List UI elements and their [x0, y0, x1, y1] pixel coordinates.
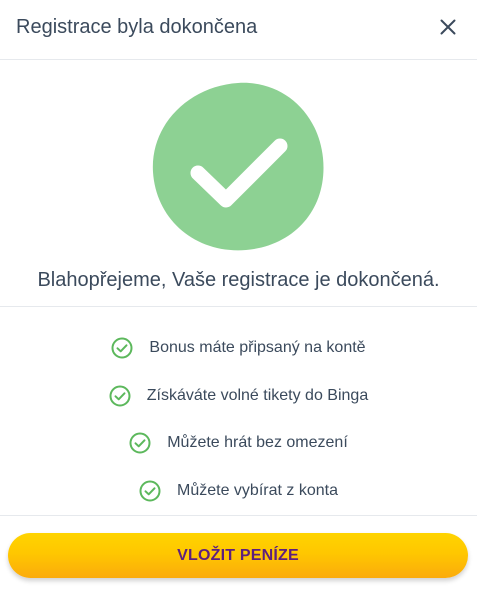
list-item: Bonus máte připsaný na kontě	[0, 336, 477, 360]
checkmark-icon	[152, 82, 324, 251]
benefit-label: Získáváte volné tikety do Binga	[146, 387, 369, 404]
list-item: Můžete hrát bez omezení	[0, 431, 477, 455]
benefit-label: Můžete vybírat z konta	[177, 482, 338, 499]
circle-check-icon	[139, 480, 161, 502]
benefit-label: Můžete hrát bez omezení	[167, 434, 348, 451]
deposit-button-label: VLOŽIT PENÍZE	[177, 546, 299, 564]
benefits-list: Bonus máte připsaný na kontě Získáváte v…	[0, 308, 477, 516]
deposit-button[interactable]: VLOŽIT PENÍZE	[8, 533, 468, 578]
list-item: Získáváte volné tikety do Binga	[0, 384, 477, 408]
modal-header: Registrace byla dokončena	[0, 0, 477, 60]
list-item: Můžete vybírat z konta	[0, 479, 477, 503]
circle-check-icon	[129, 432, 151, 454]
registration-complete-modal: Registrace byla dokončena Blahopřejeme, …	[0, 0, 477, 591]
close-button[interactable]	[434, 13, 462, 41]
circle-check-icon	[111, 337, 133, 359]
modal-title: Registrace byla dokončena	[16, 16, 258, 38]
benefit-label: Bonus máte připsaný na kontě	[149, 339, 366, 356]
success-hero: Blahopřejeme, Vaše registrace je dokonče…	[0, 60, 477, 307]
success-headline: Blahopřejeme, Vaše registrace je dokonče…	[37, 269, 440, 291]
circle-check-icon	[109, 385, 131, 407]
close-icon	[440, 19, 456, 35]
